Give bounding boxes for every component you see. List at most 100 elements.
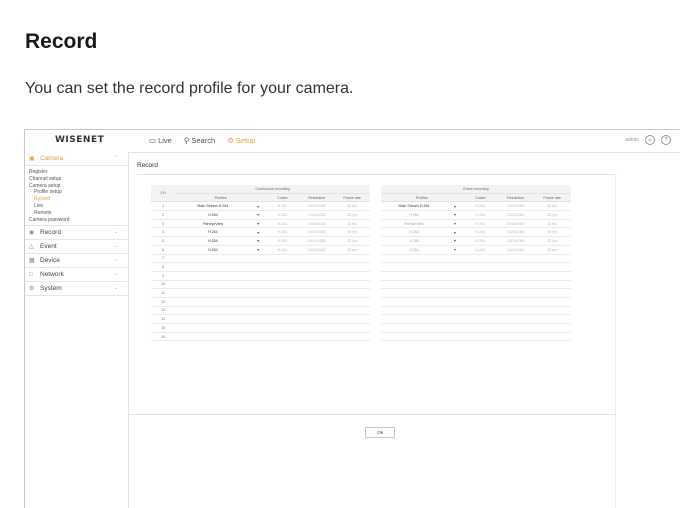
sidebar-item-device[interactable]: ▦ Device ⌄ — [25, 254, 128, 269]
logout-icon[interactable]: ☺ — [645, 135, 655, 145]
chevron-down-icon — [250, 262, 266, 272]
row-gap — [369, 254, 381, 264]
sidebar-item-label: Camera — [40, 155, 64, 162]
page-title: Record — [137, 162, 158, 169]
chevron-down-icon[interactable]: ▾ — [250, 219, 266, 229]
evt-profile-select[interactable]: H.264 — [380, 210, 448, 220]
table-body: 1 Main Stream H.264 ▾ H.264 1920x1080 30 fps M… — [151, 201, 571, 342]
top-navigation: ▭ Live ⚲ Search ⚙ Setup — [149, 136, 255, 145]
cont-profile-select[interactable]: FisheyeView — [175, 219, 251, 229]
nav-search[interactable]: ⚲ Search — [184, 136, 215, 145]
sidebar-item-camera[interactable]: ▣ Camera ⌃ — [25, 152, 128, 166]
chevron-down-icon[interactable]: ▾ — [447, 227, 463, 238]
submenu-camera-setup[interactable]: Camera setup — [25, 183, 128, 190]
nav-setup[interactable]: ⚙ Setup — [227, 136, 255, 145]
cont-profile-select[interactable]: H.264 — [175, 245, 251, 255]
cont-profile-select[interactable]: H.264 — [175, 236, 251, 246]
cont-resolution-cell: 2048x2048 — [299, 219, 335, 229]
chevron-down-icon[interactable]: ▾ — [250, 236, 266, 246]
chevron-down-icon — [447, 314, 463, 324]
chevron-down-icon[interactable]: ▾ — [250, 201, 266, 212]
row-gap — [369, 262, 381, 272]
cont-codec-cell — [265, 306, 300, 316]
cont-resolution-cell: 1920x1080 — [299, 245, 335, 255]
submenu-live[interactable]: Live — [25, 203, 128, 210]
ch-cell: 15 — [151, 323, 176, 333]
cont-profile-select[interactable]: Main Stream H.264 — [175, 201, 251, 212]
chevron-down-icon[interactable]: ▾ — [250, 227, 266, 238]
evt-resolution-cell: 1920x1080 — [497, 236, 534, 246]
nav-live-label: Live — [158, 136, 172, 145]
cont-codec-cell — [265, 323, 300, 333]
chevron-down-icon[interactable]: ▾ — [250, 245, 266, 255]
ch-cell: 8 — [151, 262, 176, 272]
cont-framerate-header: Frame rate — [334, 193, 370, 203]
evt-codec-cell — [462, 262, 498, 272]
chevron-down-icon[interactable]: ▾ — [447, 210, 463, 220]
chevron-down-icon[interactable]: ▾ — [447, 219, 463, 229]
nav-live[interactable]: ▭ Live — [149, 136, 172, 145]
evt-profile-select — [380, 254, 448, 264]
evt-resolution-cell: 1920x1080 — [497, 210, 534, 220]
cont-codec-cell — [265, 314, 300, 324]
sidebar-item-system[interactable]: ⚙ System ⌄ — [25, 282, 128, 297]
document-description: You can set the record profile for your … — [25, 80, 354, 97]
evt-framerate-cell: 30 fps — [533, 245, 571, 255]
evt-profile-select[interactable]: H.264 — [380, 227, 448, 238]
evt-profile-select[interactable]: H.264 — [380, 236, 448, 246]
evt-profile-select[interactable]: Main Stream H.264 — [380, 201, 448, 212]
sidebar-item-record[interactable]: ◉ Record ⌄ — [25, 226, 128, 241]
ch-cell: 9 — [151, 271, 176, 281]
evt-resolution-cell — [497, 271, 534, 281]
chevron-down-icon[interactable]: ▾ — [447, 201, 463, 212]
evt-framerate-cell — [533, 254, 571, 264]
cont-framerate-cell: 30 fps — [334, 201, 370, 212]
evt-framerate-cell: 30 fps — [533, 236, 571, 246]
cont-profile-select[interactable]: H.264 — [175, 227, 251, 238]
chevron-down-icon — [250, 254, 266, 264]
chevron-down-icon: ⌄ — [113, 271, 118, 278]
cont-resolution-cell — [299, 271, 335, 281]
ok-button[interactable]: Ok — [365, 427, 395, 438]
cont-resolution-cell — [299, 280, 335, 290]
evt-resolution-cell: 2048x2048 — [497, 219, 534, 229]
evt-profile-select — [380, 314, 448, 324]
submenu-camera-password[interactable]: Camera password — [25, 217, 128, 224]
help-icon[interactable]: ? — [661, 135, 671, 145]
submenu-remote[interactable]: Remote — [25, 210, 128, 217]
chevron-down-icon[interactable]: ▾ — [447, 245, 463, 255]
submenu-register[interactable]: Register — [25, 169, 128, 176]
cont-framerate-cell: 30 fps — [334, 210, 370, 220]
cont-profile-select[interactable]: H.264 — [175, 210, 251, 220]
chevron-down-icon[interactable]: ▾ — [250, 210, 266, 220]
submenu-channel-setup[interactable]: Channel setup — [25, 176, 128, 183]
submenu-profile-setup[interactable]: Profile setup — [25, 189, 128, 196]
table-row: 5 H.264 ▾ H.264 1920x1080 30 fps H.264 ▾ H.264 19… — [151, 236, 571, 246]
evt-codec-cell: H.264 — [462, 219, 498, 229]
cont-framerate-cell — [334, 323, 370, 333]
chevron-down-icon — [250, 297, 266, 307]
cont-resolution-cell — [299, 332, 335, 342]
table-row: 16 — [151, 332, 571, 342]
evt-framerate-cell — [533, 262, 571, 272]
evt-codec-cell: H.264 — [462, 210, 498, 220]
evt-codec-cell: H.264 — [462, 236, 498, 246]
table-row: 12 — [151, 297, 571, 307]
evt-framerate-cell — [533, 297, 571, 307]
chevron-down-icon[interactable]: ▾ — [447, 236, 463, 246]
user-label[interactable]: admin — [625, 137, 639, 143]
cont-codec-cell — [265, 297, 300, 307]
document-title: Record — [25, 30, 98, 53]
sidebar-item-event[interactable]: △ Event ⌄ — [25, 240, 128, 255]
evt-profile-select — [380, 323, 448, 333]
submenu-record[interactable]: Record — [25, 196, 128, 203]
cont-framerate-cell: 30 fps — [334, 245, 370, 255]
chevron-down-icon: ⌄ — [113, 229, 118, 236]
evt-profile-select[interactable]: H.264 — [380, 245, 448, 255]
evt-resolution-cell — [497, 323, 534, 333]
sidebar-item-network[interactable]: □ Network ⌄ — [25, 268, 128, 283]
evt-profile-select[interactable]: FisheyeView — [380, 219, 448, 229]
cont-framerate-cell: 30 fps — [334, 236, 370, 246]
row-gap — [369, 323, 381, 333]
app-screenshot: WISENET ▭ Live ⚲ Search ⚙ Setup admin ☺ ? ▣… — [24, 129, 680, 508]
